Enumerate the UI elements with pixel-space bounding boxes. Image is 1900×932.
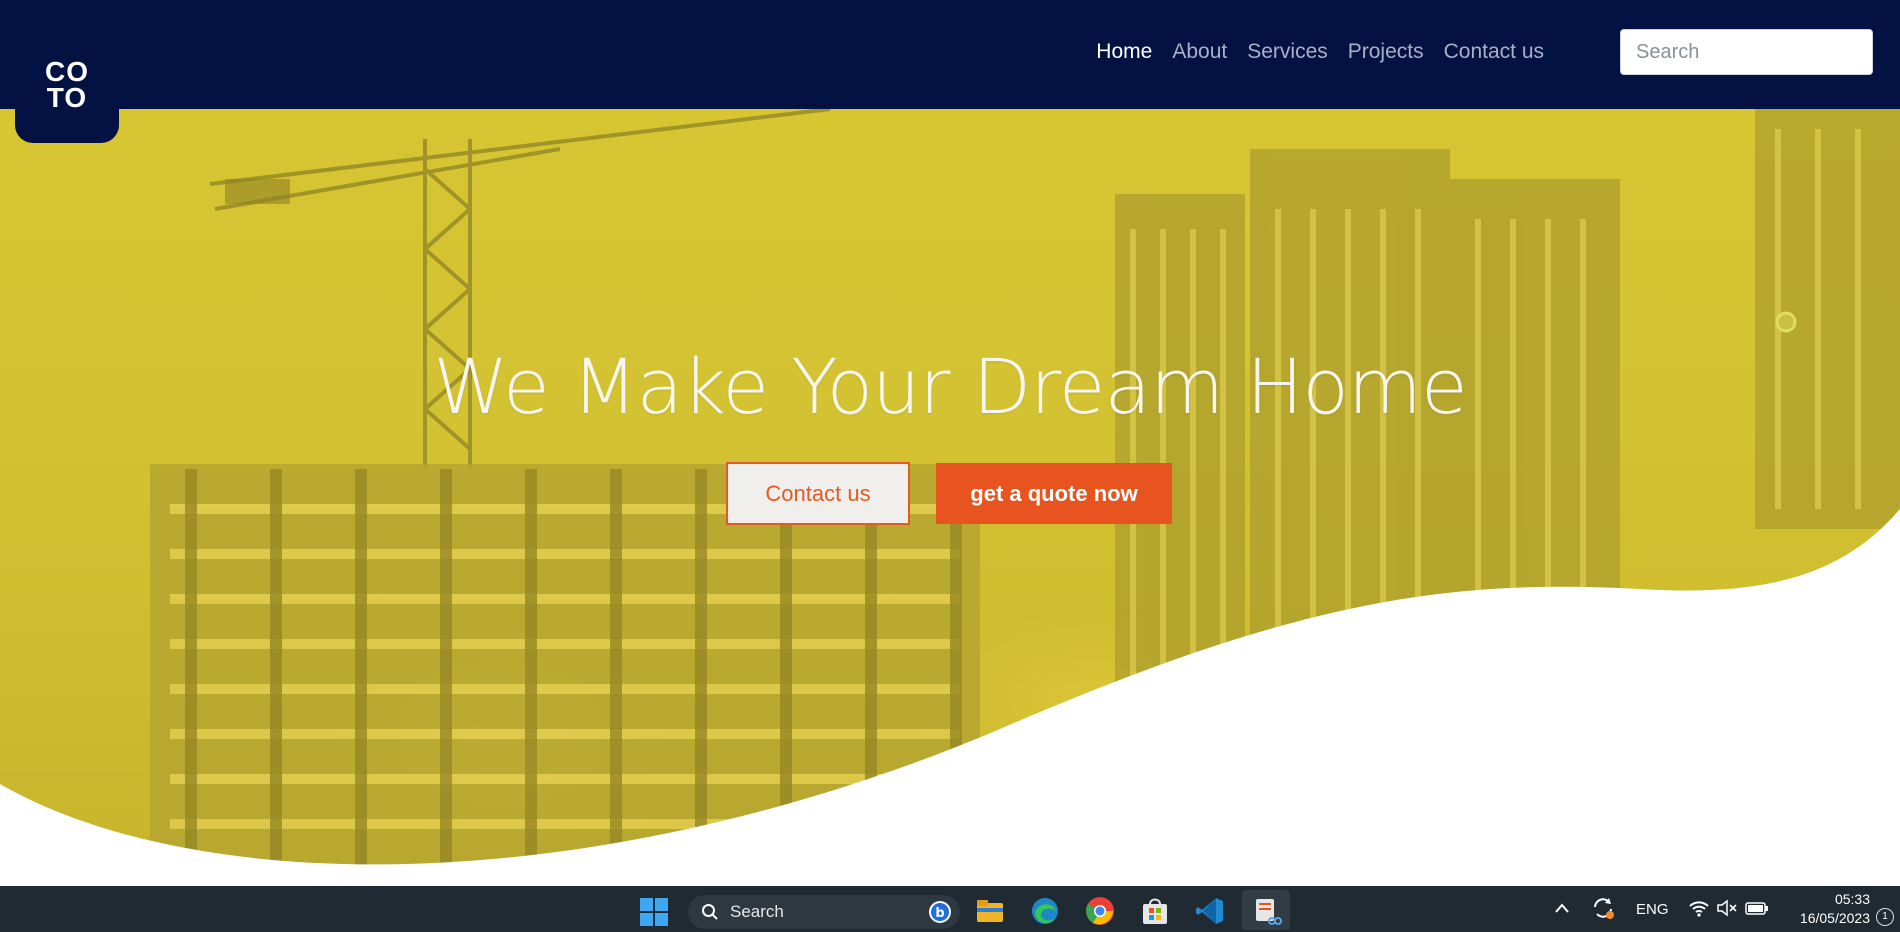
clock-time: 05:33 [1834,891,1870,907]
wifi-icon[interactable] [1688,899,1710,917]
language-indicator[interactable]: ENG [1636,901,1669,918]
taskbar-search-box[interactable]: Search b [688,895,960,929]
snipping-tool-icon[interactable] [1250,895,1282,927]
chrome-icon[interactable] [1084,895,1116,927]
file-explorer-icon[interactable] [974,895,1006,927]
search-input[interactable] [1620,29,1873,75]
hero-section: We Make Your Dream Home Contact us get a… [0,109,1900,886]
windows-start-icon[interactable] [639,897,669,927]
volume-muted-icon[interactable] [1716,899,1738,917]
store-icon[interactable] [1139,895,1171,927]
logo-line-1: CO [45,55,89,87]
logo-line-2: TO [46,81,88,113]
battery-icon[interactable] [1744,899,1770,917]
system-clock[interactable]: 05:33 16/05/2023 [1780,890,1870,928]
sync-icon[interactable] [1590,895,1616,921]
chevron-up-icon[interactable] [1554,902,1570,914]
nav-services[interactable]: Services [1247,40,1328,64]
taskbar-search-label: Search [730,902,784,921]
nav-projects[interactable]: Projects [1348,40,1424,64]
hero-wave-divider [0,509,1900,886]
notification-badge[interactable]: 1 [1876,908,1894,926]
edge-icon[interactable] [1029,895,1061,927]
nav-home[interactable]: Home [1096,40,1152,64]
search-icon [702,904,718,920]
windows-taskbar: Search b ENG 05:33 16/05/2023 1 [0,886,1900,932]
site-header: Home About Services Projects Contact us [0,0,1900,109]
main-nav: Home About Services Projects Contact us [1096,37,1544,67]
svg-text:b: b [935,906,944,921]
brand-logo[interactable]: CO TO [15,26,119,143]
bing-icon[interactable]: b [928,900,952,924]
nav-about[interactable]: About [1172,40,1227,64]
clock-date: 16/05/2023 [1799,910,1870,926]
nav-contact-us[interactable]: Contact us [1444,40,1544,64]
vscode-icon[interactable] [1194,895,1226,927]
